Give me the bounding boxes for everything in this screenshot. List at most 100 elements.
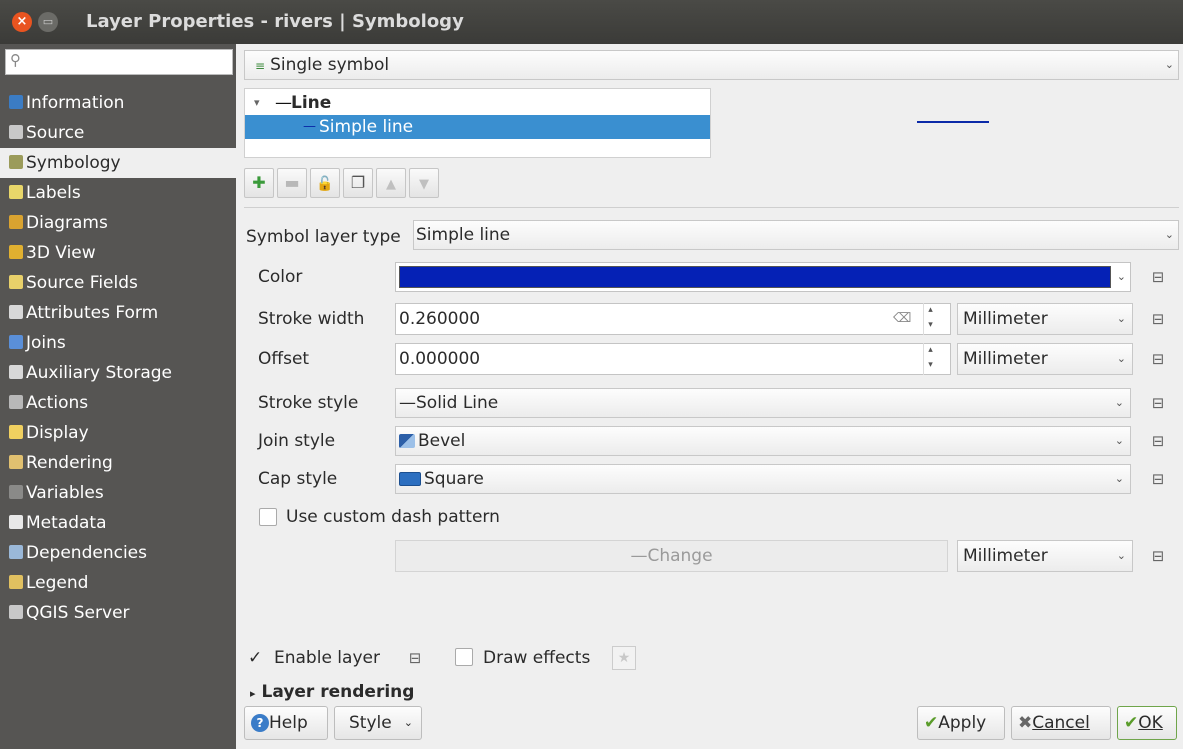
move-down-button[interactable]: ▼ [409,168,439,198]
offset-unit-select[interactable]: Millimeter ⌄ [957,343,1133,375]
sidebar-item-symbology[interactable]: Symbology [0,148,236,178]
tree-row-simple-line[interactable]: — Simple line [245,115,710,139]
lock-layer-button[interactable]: 🔓 [310,168,340,198]
tree-toggle-icon[interactable]: ▾ [254,91,260,115]
draw-effects-checkbox[interactable] [455,648,473,666]
source-icon [9,125,23,139]
custom-dash-checkbox[interactable] [259,508,277,526]
symbol-layer-type-value: Simple line [416,225,511,245]
actions-icon [9,395,23,409]
color-swatch [399,266,1111,288]
data-defined-override-icon[interactable]: ⊟ [1147,430,1169,452]
sidebar-item-label: Metadata [26,513,107,533]
cap-style-label: Cap style [258,469,338,489]
tree-row-line[interactable]: ▾ — Line [245,91,710,115]
layer-rendering-section[interactable]: ▸ Layer rendering [250,678,414,706]
stroke-width-input[interactable]: 0.260000 ⌫ ▴ ▾ [395,303,951,335]
offset-spinner[interactable]: ▴ ▾ [923,343,937,375]
symbol-layer-tree: ▾ — Line — Simple line [244,88,711,158]
sidebar-item-label: Information [26,93,125,113]
sidebar-item-dependencies[interactable]: Dependencies [0,538,236,568]
sidebar-item-label: Diagrams [26,213,108,233]
color-button[interactable]: ⌄ [395,262,1131,292]
dependencies-icon [9,545,23,559]
sidebar-item-attributes-form[interactable]: Attributes Form [0,298,236,328]
sidebar-item-label: Rendering [26,453,113,473]
sidebar-item-3d-view[interactable]: 3D View [0,238,236,268]
sidebar: ⚲ Information Source Symbology Labels Diagra… [0,44,236,749]
renderer-type-value: Single symbol [270,55,390,75]
offset-input[interactable]: 0.000000 ▴ ▾ [395,343,951,375]
sidebar-item-joins[interactable]: Joins [0,328,236,358]
divider [244,207,1179,208]
ok-check-icon: ✔ [1124,713,1139,733]
draw-effects-label: Draw effects [483,648,591,668]
sidebar-item-labels[interactable]: Labels [0,178,236,208]
enable-layer-checkbox[interactable]: ✓ [248,646,262,670]
clear-icon[interactable]: ⌫ [893,304,911,334]
move-up-button[interactable]: ▲ [376,168,406,198]
cap-style-select[interactable]: Square ⌄ [395,464,1131,494]
remove-layer-button[interactable]: ▬ [277,168,307,198]
stroke-width-spinner[interactable]: ▴ ▾ [923,303,937,335]
sidebar-item-actions[interactable]: Actions [0,388,236,418]
sidebar-search-input[interactable]: ⚲ [5,49,233,75]
style-button[interactable]: Style ⌄ [334,706,422,740]
stroke-style-select[interactable]: —Solid Line ⌄ [395,388,1131,418]
symbology-panel: ≡ Single symbol ⌄ ▾ — Line — Simple line … [236,44,1183,749]
sidebar-item-qgis-server[interactable]: QGIS Server [0,598,236,628]
data-defined-override-icon[interactable]: ⊟ [1147,266,1169,288]
attributes-form-icon [9,305,23,319]
style-label: Style [349,713,392,733]
add-layer-button[interactable]: ✚ [244,168,274,198]
chevron-down-icon: ⌄ [1116,352,1126,365]
cancel-button[interactable]: ✖Cancel [1011,706,1111,740]
sidebar-item-information[interactable]: Information [0,88,236,118]
sidebar-item-legend[interactable]: Legend [0,568,236,598]
sidebar-item-metadata[interactable]: Metadata [0,508,236,538]
variables-icon [9,485,23,499]
sidebar-item-diagrams[interactable]: Diagrams [0,208,236,238]
renderer-type-select[interactable]: ≡ Single symbol ⌄ [244,50,1179,80]
close-window-button[interactable]: × [12,12,32,32]
color-label: Color [258,267,303,287]
dash-unit-value: Millimeter [963,546,1048,566]
symbol-layer-type-select[interactable]: Simple line ⌄ [413,220,1179,250]
join-style-label: Join style [258,431,336,451]
sidebar-item-auxiliary-storage[interactable]: Auxiliary Storage [0,358,236,388]
sidebar-item-label: Dependencies [26,543,147,563]
data-defined-override-icon[interactable]: ⊟ [1147,308,1169,330]
data-defined-override-icon[interactable]: ⊟ [1147,545,1169,567]
title-bar: × ▭ Layer Properties - rivers | Symbolog… [0,0,1183,44]
help-button[interactable]: ? Help [244,706,328,740]
rendering-icon [9,455,23,469]
sidebar-item-label: Actions [26,393,89,413]
symbology-icon [9,155,23,169]
sidebar-item-label: 3D View [26,243,96,263]
tree-child-label: Simple line [319,117,414,137]
display-icon [9,425,23,439]
apply-button[interactable]: ✔Apply [917,706,1005,740]
data-defined-override-icon[interactable]: ⊟ [1147,348,1169,370]
offset-value: 0.000000 [399,349,481,369]
sidebar-item-source-fields[interactable]: Source Fields [0,268,236,298]
minimize-window-button[interactable]: ▭ [38,12,58,32]
duplicate-layer-button[interactable]: ❐ [343,168,373,198]
sidebar-item-variables[interactable]: Variables [0,478,236,508]
sidebar-item-source[interactable]: Source [0,118,236,148]
data-defined-override-icon[interactable]: ⊟ [1147,392,1169,414]
data-defined-override-icon[interactable]: ⊟ [404,647,426,669]
dash-unit-select[interactable]: Millimeter ⌄ [957,540,1133,572]
sidebar-item-rendering[interactable]: Rendering [0,448,236,478]
chevron-down-icon[interactable]: ⌄ [1117,263,1126,291]
change-dash-button[interactable]: —Change [395,540,948,572]
square-cap-icon [399,472,421,486]
custom-dash-label: Use custom dash pattern [286,507,500,527]
sidebar-item-display[interactable]: Display [0,418,236,448]
data-defined-override-icon[interactable]: ⊟ [1147,468,1169,490]
join-style-select[interactable]: Bevel ⌄ [395,426,1131,456]
stroke-width-unit-select[interactable]: Millimeter ⌄ [957,303,1133,335]
chevron-down-icon: ⌄ [1114,472,1124,485]
ok-button[interactable]: ✔OK [1117,706,1177,740]
draw-effects-button[interactable]: ★ [612,646,636,670]
